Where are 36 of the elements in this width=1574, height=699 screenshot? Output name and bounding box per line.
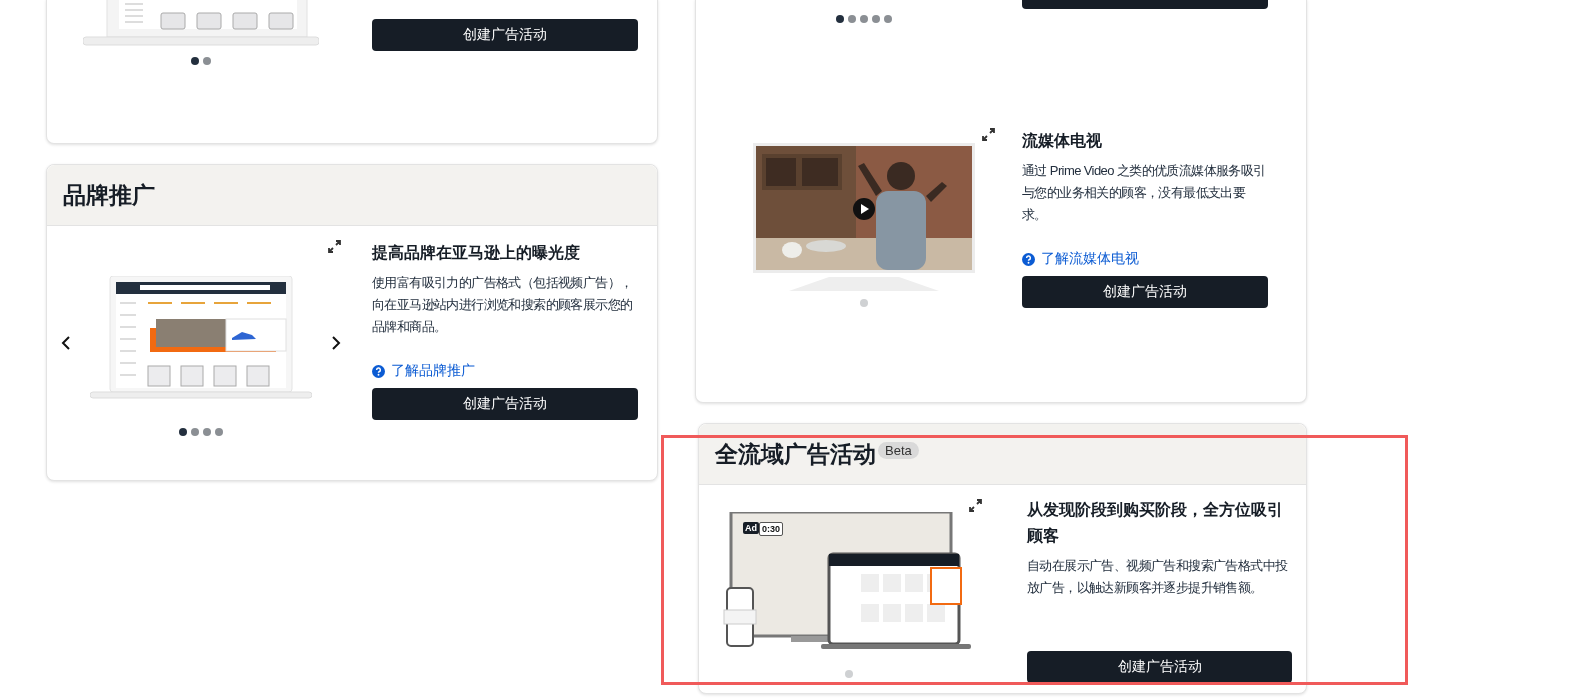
create-campaign-button[interactable]: 创建广告活动 — [372, 19, 638, 51]
section-description: 使用富有吸引力的广告格式（包括视频广告），向在亚马逊站内进行浏览和搜索的顾客展示您的品牌和商品。 — [372, 274, 634, 336]
expand-icon[interactable] — [969, 499, 982, 512]
carousel-dot[interactable] — [844, 670, 853, 678]
carousel-dot[interactable] — [883, 15, 892, 23]
carousel-dot[interactable] — [859, 299, 868, 307]
ad-time: 0:30 — [759, 522, 783, 536]
card-title: 品牌推广 — [63, 180, 155, 210]
carousel-dot[interactable] — [179, 428, 187, 436]
carousel-dot[interactable] — [859, 15, 868, 23]
carousel-dot[interactable] — [203, 57, 211, 65]
expand-icon[interactable] — [982, 128, 995, 141]
section-heading: 流媒体电视 — [1022, 131, 1103, 151]
expand-icon[interactable] — [328, 240, 341, 253]
section-description: 通过 Prime Video 之类的优质流媒体服务吸引与您的业务相关的顾客，没有最低支出要求。 — [1022, 162, 1267, 224]
carousel-dot[interactable] — [203, 428, 211, 436]
carousel-dot[interactable] — [835, 15, 844, 23]
create-campaign-button[interactable]: 创建广告活动 — [1027, 651, 1292, 683]
section-heading: 提高品牌在亚马逊上的曝光度 — [372, 243, 581, 263]
ad-label: Ad — [743, 522, 759, 534]
learn-more-link[interactable]: 了解品牌推广 — [372, 362, 638, 380]
create-campaign-button[interactable]: 创建广告活动 — [372, 388, 638, 420]
carousel-dot[interactable] — [191, 428, 199, 436]
beta-badge: Beta — [878, 442, 919, 459]
help-icon — [1022, 252, 1035, 266]
carousel-dot[interactable] — [871, 15, 880, 23]
carousel-dot[interactable] — [191, 57, 199, 65]
play-icon[interactable] — [852, 198, 875, 220]
section-heading: 从发现阶段到购买阶段，全方位吸引顾客 — [1027, 500, 1284, 546]
carousel-dot[interactable] — [847, 15, 856, 23]
card-title: 全流域广告活动 — [715, 439, 876, 469]
create-campaign-button[interactable]: 创建广告活动 — [1022, 276, 1268, 308]
section-description: 自动在展示广告、视频广告和搜索广告格式中投放广告，以触达新顾客并逐步提升销售额。 — [1027, 557, 1289, 597]
help-icon — [372, 364, 385, 378]
carousel-dot[interactable] — [215, 428, 223, 436]
learn-more-link[interactable]: 了解流媒体电视 — [1022, 250, 1268, 268]
